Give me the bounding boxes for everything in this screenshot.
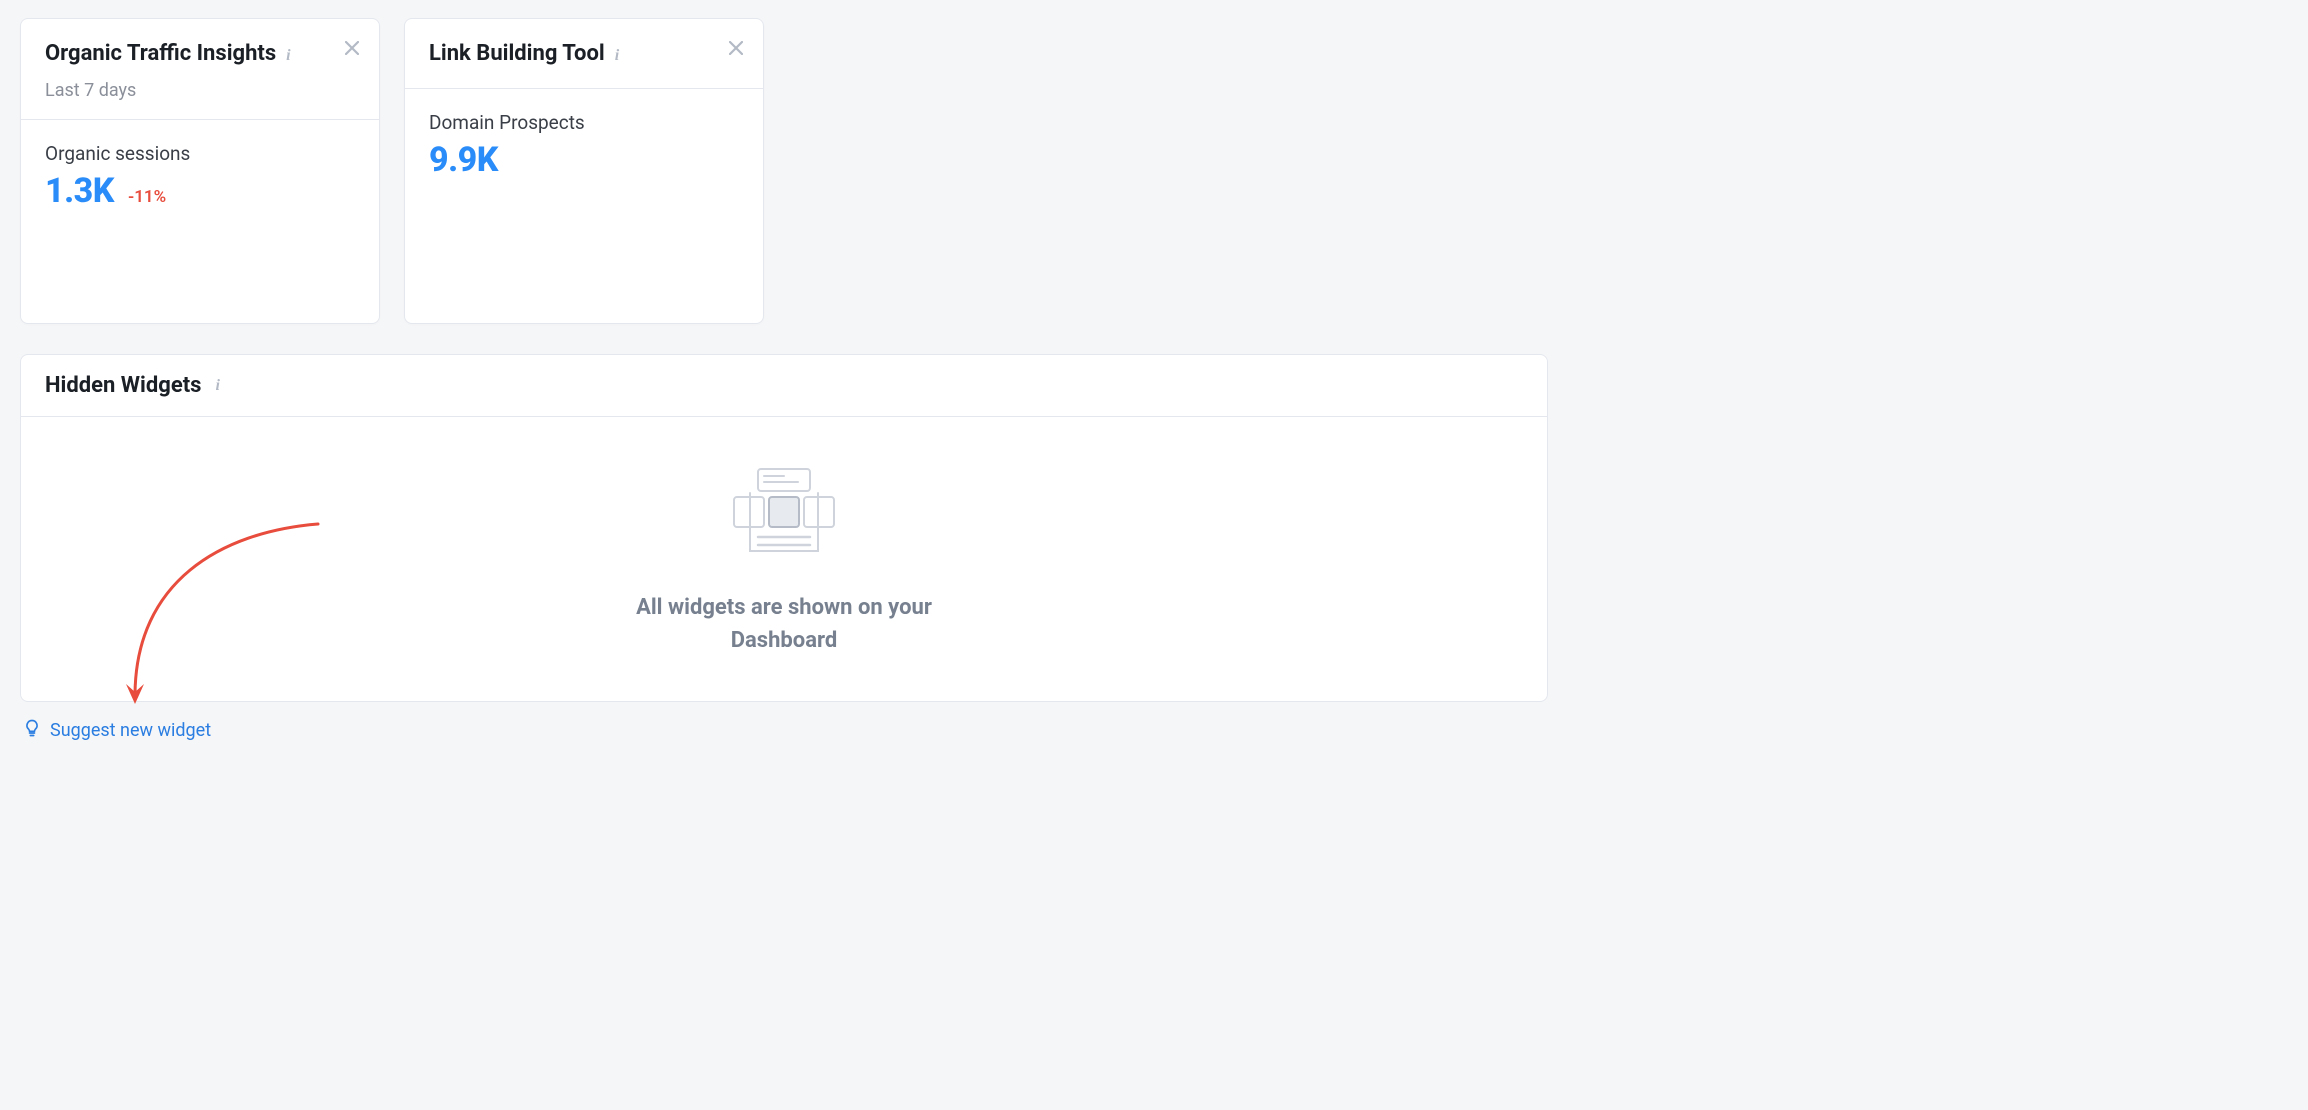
metric-label: Organic sessions (45, 142, 355, 165)
hidden-widgets-title: Hidden Widgets (45, 373, 201, 398)
metric-delta: -11% (128, 187, 166, 207)
widget-title: Link Building Tool (429, 39, 605, 70)
widget-organic-traffic: Organic Traffic Insights i Last 7 days O… (20, 18, 380, 324)
metric-label: Domain Prospects (429, 111, 739, 134)
metric-value: 1.3K (45, 171, 114, 211)
lightbulb-icon (22, 718, 42, 743)
suggest-new-widget-link[interactable]: Suggest new widget (22, 718, 211, 743)
suggest-link-label: Suggest new widget (50, 720, 211, 741)
close-icon[interactable] (343, 39, 361, 57)
info-icon[interactable]: i (215, 377, 219, 395)
widget-title: Organic Traffic Insights (45, 39, 276, 70)
close-icon[interactable] (727, 39, 745, 57)
empty-dashboard-illustration (728, 467, 840, 567)
metric-value: 9.9K (429, 140, 498, 180)
empty-state-text: All widgets are shown on your Dashboard (636, 591, 932, 657)
widget-subtitle: Last 7 days (45, 80, 359, 101)
info-icon[interactable]: i (286, 47, 290, 65)
hidden-widgets-panel: Hidden Widgets i All widgets are shown o… (20, 354, 1548, 702)
widget-link-building: Link Building Tool i Domain Prospects 9.… (404, 18, 764, 324)
widget-row: Organic Traffic Insights i Last 7 days O… (20, 18, 1548, 324)
info-icon[interactable]: i (615, 47, 619, 65)
